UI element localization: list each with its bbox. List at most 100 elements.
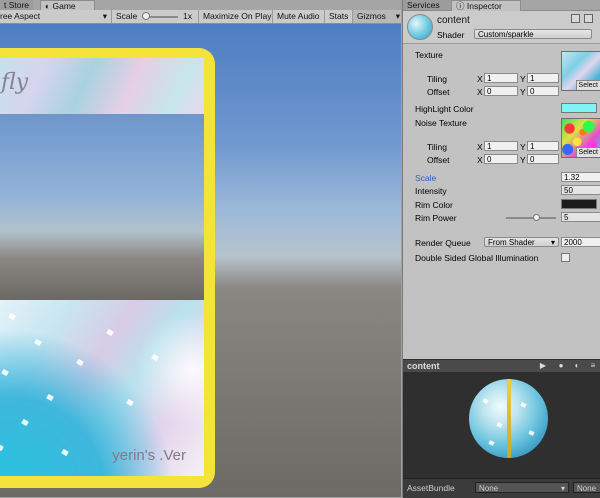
rim-color-swatch[interactable] (561, 199, 597, 209)
lighting-icon[interactable]: ◐ (571, 361, 583, 371)
sparkle-fleck (482, 398, 489, 404)
noise-tiling-label: Tiling (427, 142, 447, 152)
axis-x-label: X (477, 142, 483, 152)
sparkle-fleck (46, 393, 54, 402)
settings-gear-icon[interactable] (584, 14, 593, 23)
scale-property-label: Scale (415, 173, 437, 183)
inspector-panel: Services ⓘ Inspector content Shader Cust… (402, 0, 600, 498)
texture-label: Texture (415, 50, 443, 60)
shader-dropdown-value: Custom/sparkle (478, 30, 534, 39)
texture-tiling-y-field[interactable]: 1 (527, 73, 559, 83)
render-queue-field[interactable]: 2000 (561, 237, 600, 247)
gizmos-button[interactable]: Gizmos ▾ (352, 10, 401, 23)
scale-label: Scale (116, 11, 138, 21)
intensity-field[interactable]: 50 (561, 185, 600, 195)
sparkle-fleck (520, 402, 527, 408)
material-icon (407, 14, 433, 40)
noise-offset-x-field[interactable]: 0 (484, 154, 518, 164)
chevron-down-icon: ▾ (102, 11, 107, 21)
render-queue-dropdown[interactable]: From Shader ▾ (484, 237, 559, 247)
tab-services[interactable]: Services (403, 0, 456, 10)
sparkle-fleck (76, 358, 84, 367)
rim-power-field[interactable]: 5 (561, 212, 600, 222)
texture-slot[interactable]: Select (561, 51, 600, 91)
highlight-color-swatch[interactable] (561, 103, 597, 113)
card-sparkle-art: yerin's .Ver (0, 300, 204, 476)
axis-x-label: X (477, 155, 483, 165)
sparkle-fleck (61, 448, 69, 457)
asset-variant-dropdown[interactable]: None (573, 482, 600, 493)
noise-texture-label: Noise Texture (415, 118, 467, 128)
game-viewport[interactable]: fly yerin's .Ver (0, 24, 401, 497)
scale-control: Scale 1x (111, 10, 206, 23)
sparkle-fleck (8, 312, 16, 321)
axis-y-label: Y (520, 74, 526, 84)
preview-header[interactable]: content ▶ ● ◐ ≡ (403, 359, 600, 372)
texture-offset-y-field[interactable]: 0 (527, 86, 559, 96)
sphere-mesh-icon[interactable]: ● (555, 361, 567, 371)
material-header: content Shader Custom/sparkle (403, 11, 600, 44)
mute-audio-button[interactable]: Mute Audio (272, 10, 324, 23)
tab-inspector[interactable]: ⓘ Inspector (451, 0, 521, 11)
sparkle-fleck (488, 440, 495, 446)
noise-tiling-x-field[interactable]: 1 (484, 141, 518, 151)
noise-tiling-y-field[interactable]: 1 (527, 141, 559, 151)
preview-sphere (469, 379, 548, 458)
card-signature: yerin's .Ver (112, 447, 186, 464)
axis-y-label: Y (520, 142, 526, 152)
help-icon[interactable] (571, 14, 580, 23)
asset-variant-value: None (577, 484, 597, 493)
card-title: fly (1, 70, 29, 95)
double-sided-gi-checkbox[interactable] (561, 253, 570, 262)
sparkle-fleck (34, 338, 42, 347)
scale-value: 1x (183, 11, 192, 21)
aspect-dropdown-value: ree Aspect (0, 11, 41, 21)
texture-tiling-label: Tiling (427, 74, 447, 84)
scale-property-field[interactable]: 1.32 (561, 172, 600, 182)
chevron-down-icon: ▾ (550, 238, 555, 247)
sparkle-fleck (106, 328, 114, 337)
sparkle-fleck (151, 353, 159, 362)
scale-slider-handle[interactable] (142, 12, 150, 20)
sparkle-fleck (1, 368, 9, 377)
game-panel: t Store ◐ Game ree Aspect ▾ Scale 1x Max… (0, 0, 401, 497)
maximize-on-play-button[interactable]: Maximize On Play (198, 10, 276, 23)
sparkle-fleck (528, 430, 535, 436)
noise-texture-slot[interactable]: Select (561, 118, 600, 158)
texture-offset-x-field[interactable]: 0 (484, 86, 518, 96)
rim-color-label: Rim Color (415, 200, 453, 210)
axis-y-label: Y (520, 155, 526, 165)
chevron-down-icon: ▾ (395, 11, 400, 21)
intensity-label: Intensity (415, 186, 447, 196)
shader-dropdown[interactable]: Custom/sparkle (474, 29, 592, 39)
sparkle-card: fly yerin's .Ver (0, 48, 215, 488)
rim-power-slider-handle[interactable] (533, 214, 540, 221)
axis-y-label: Y (520, 87, 526, 97)
material-preview[interactable] (403, 372, 600, 478)
render-queue-label: Render Queue (415, 238, 471, 248)
aspect-dropdown[interactable]: ree Aspect ▾ (0, 10, 110, 23)
asset-bundle-bar: AssetBundle None ▾ None (403, 478, 600, 498)
info-icon: ⓘ (456, 1, 465, 11)
chevron-down-icon: ▾ (560, 484, 565, 493)
texture-select-button[interactable]: Select (575, 80, 600, 90)
play-icon[interactable]: ▶ (537, 361, 549, 371)
tab-asset-store[interactable]: t Store (0, 0, 34, 10)
sparkle-fleck (21, 418, 29, 427)
rim-power-slider[interactable] (506, 217, 556, 219)
noise-select-button[interactable]: Select (575, 147, 600, 157)
material-name: content (437, 15, 470, 26)
sparkle-fleck (126, 398, 134, 407)
asset-bundle-value: None (479, 484, 499, 493)
axis-x-label: X (477, 87, 483, 97)
asset-bundle-dropdown[interactable]: None ▾ (475, 482, 569, 493)
shader-label: Shader (437, 30, 465, 40)
noise-offset-y-field[interactable]: 0 (527, 154, 559, 164)
texture-tiling-x-field[interactable]: 1 (484, 73, 518, 83)
more-icon[interactable]: ≡ (587, 361, 599, 371)
rim-power-label: Rim Power (415, 213, 457, 223)
tab-inspector-label: Inspector (466, 1, 502, 11)
sparkle-fleck (0, 443, 4, 452)
game-toolbar: ree Aspect ▾ Scale 1x Maximize On Play M… (0, 10, 401, 24)
stats-button[interactable]: Stats (324, 10, 352, 23)
